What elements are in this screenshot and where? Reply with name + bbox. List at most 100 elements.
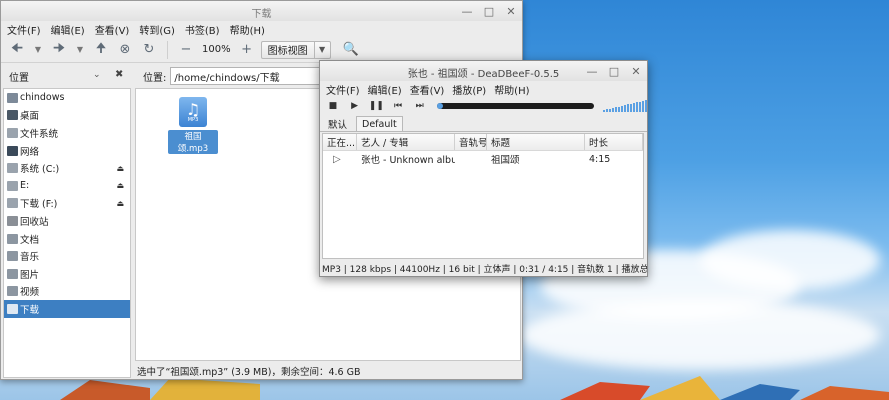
sidebar-item[interactable]: 回收站 <box>4 212 130 230</box>
sidebar-item[interactable]: 下载 (F:) ⏏ <box>4 195 130 213</box>
minimize-icon[interactable]: — <box>585 64 599 78</box>
deadbeef-window: 张也 - 祖国颂 - DeaDBeeF-0.5.5 — □ ✕ 文件(F) 编辑… <box>319 60 648 277</box>
location-label: 位置: <box>143 72 167 84</box>
player-menu-playback[interactable]: 播放(P) <box>452 82 486 97</box>
drive-icon <box>7 198 18 209</box>
player-menu-view[interactable]: 查看(V) <box>410 82 445 97</box>
sidebar-label: 位置 <box>9 72 29 84</box>
menu-edit[interactable]: 编辑(E) <box>51 22 85 37</box>
column-title[interactable]: 标题 <box>487 134 585 150</box>
track-duration: 4:15 <box>589 153 611 165</box>
playlist[interactable]: 正在... 艺人 / 专辑 音轨号 标题 时长 ▷ 张也 - Unknown a… <box>322 133 644 259</box>
forward-arrow-icon[interactable]: 🠊 <box>49 40 69 60</box>
volume-bar <box>639 101 642 112</box>
close-icon[interactable]: ✕ <box>504 4 518 18</box>
sidebar-item-label: 图片 <box>20 269 40 281</box>
volume-bar <box>624 105 627 112</box>
zoom-out-icon[interactable]: − <box>176 40 196 60</box>
maximize-icon[interactable]: □ <box>607 64 621 78</box>
menu-go[interactable]: 转到(G) <box>139 22 175 37</box>
next-icon[interactable]: ⏭ <box>411 101 429 111</box>
volume-bar <box>612 107 615 112</box>
tab-default[interactable]: Default <box>356 116 403 131</box>
volume-slider[interactable] <box>603 100 648 112</box>
documents-icon <box>7 233 18 244</box>
sidebar-item[interactable]: 视频 <box>4 283 130 301</box>
eject-icon[interactable]: ⏏ <box>116 164 124 173</box>
back-history-dropdown-icon[interactable]: ▼ <box>31 40 45 60</box>
play-icon[interactable]: ▶ <box>346 101 364 111</box>
sidebar-item[interactable]: 文档 <box>4 230 130 248</box>
sidebar-item-label: 视频 <box>20 287 40 299</box>
player-titlebar[interactable]: 张也 - 祖国颂 - DeaDBeeF-0.5.5 — □ ✕ <box>320 61 647 81</box>
eject-icon[interactable]: ⏏ <box>116 199 124 208</box>
sidebar-item[interactable]: 文件系统 <box>4 124 130 142</box>
forward-history-dropdown-icon[interactable]: ▼ <box>73 40 87 60</box>
up-arrow-icon[interactable]: 🠉 <box>91 40 111 60</box>
eject-icon[interactable]: ⏏ <box>116 181 124 190</box>
minimize-icon[interactable]: — <box>460 4 474 18</box>
trash-icon <box>7 215 18 226</box>
sidebar-chevron-down-icon[interactable]: ⌄ <box>93 70 101 80</box>
track-artist-album: 张也 - Unknown album <box>361 155 455 166</box>
location-input[interactable]: /home/chindows/下载 <box>170 67 321 85</box>
network-icon <box>7 145 18 156</box>
menu-file[interactable]: 文件(F) <box>7 22 41 37</box>
sidebar-item[interactable]: E: ⏏ <box>4 177 130 195</box>
fm-window-title: 下载 <box>251 9 272 20</box>
search-icon[interactable]: 🔍 <box>341 40 361 60</box>
player-menu-help[interactable]: 帮助(H) <box>494 82 529 97</box>
home-icon <box>7 92 18 103</box>
volume-bar <box>615 107 618 112</box>
reload-icon[interactable]: ↻ <box>139 40 159 60</box>
player-menubar: 文件(F) 编辑(E) 查看(V) 播放(P) 帮助(H) <box>320 81 647 98</box>
file-item[interactable]: ♫ MP3 祖国颂.mp3 <box>168 97 218 154</box>
sidebar-item-label: 系统 (C:) <box>20 164 60 176</box>
sidebar-item[interactable]: 图片 <box>4 265 130 283</box>
pause-icon[interactable]: ❚❚ <box>367 101 385 111</box>
player-menu-file[interactable]: 文件(F) <box>326 82 360 97</box>
music-icon <box>7 251 18 262</box>
view-mode-select[interactable]: 图标视图 ▼ <box>260 40 331 59</box>
playlist-header: 正在... 艺人 / 专辑 音轨号 标题 时长 <box>323 134 643 151</box>
volume-bar <box>630 103 633 112</box>
column-duration[interactable]: 时长 <box>585 134 643 150</box>
sidebar-item[interactable]: 网络 <box>4 142 130 160</box>
volume-bar <box>636 102 639 112</box>
sidebar-item[interactable]: 下载 <box>4 300 130 318</box>
back-arrow-icon[interactable]: 🠈 <box>7 40 27 60</box>
player-menu-edit[interactable]: 编辑(E) <box>368 82 402 97</box>
playlist-row[interactable]: ▷ 张也 - Unknown album 祖国颂 4:15 <box>323 151 643 167</box>
seek-bar[interactable] <box>436 103 595 109</box>
sidebar-item[interactable]: 音乐 <box>4 247 130 265</box>
menu-bookmarks[interactable]: 书签(B) <box>185 22 220 37</box>
drive-icon <box>7 127 18 138</box>
sidebar-item-label: 下载 (F:) <box>20 199 58 211</box>
sidebar-item-label: 文件系统 <box>20 128 59 140</box>
sidebar-item-label: E: <box>20 180 30 192</box>
playlist-tabs: 默认 Default <box>320 116 647 132</box>
column-artist-album[interactable]: 艺人 / 专辑 <box>357 134 455 150</box>
track-number <box>455 151 487 167</box>
tab-default-cn[interactable]: 默认 <box>323 116 352 131</box>
menu-view[interactable]: 查看(V) <box>95 22 130 37</box>
previous-icon[interactable]: ⏮ <box>389 101 407 111</box>
sidebar-item[interactable]: 桌面 <box>4 107 130 125</box>
location-bar: 位置: /home/chindows/下载 <box>137 67 321 85</box>
maximize-icon[interactable]: □ <box>482 4 496 18</box>
menu-help[interactable]: 帮助(H) <box>230 22 265 37</box>
sidebar-close-icon[interactable]: ✖ <box>115 69 123 80</box>
desktop-cloud <box>700 230 880 290</box>
column-track-number[interactable]: 音轨号 <box>455 134 487 150</box>
sidebar-item[interactable]: chindows <box>4 89 130 107</box>
zoom-in-icon[interactable]: + <box>237 40 257 60</box>
sidebar-item[interactable]: 系统 (C:) ⏏ <box>4 159 130 177</box>
volume-bar <box>621 105 624 112</box>
fm-statusbar: 选中了“祖国颂.mp3” (3.9 MB)，剩余空间：4.6 GB <box>137 366 361 378</box>
fm-titlebar[interactable]: 下载 — □ ✕ <box>1 1 522 21</box>
column-playing[interactable]: 正在... <box>323 134 357 150</box>
stop-icon[interactable]: ■ <box>324 101 342 111</box>
close-icon[interactable]: ✕ <box>629 64 643 78</box>
stop-icon[interactable]: ⊗ <box>115 40 135 60</box>
drive-icon <box>7 163 18 174</box>
